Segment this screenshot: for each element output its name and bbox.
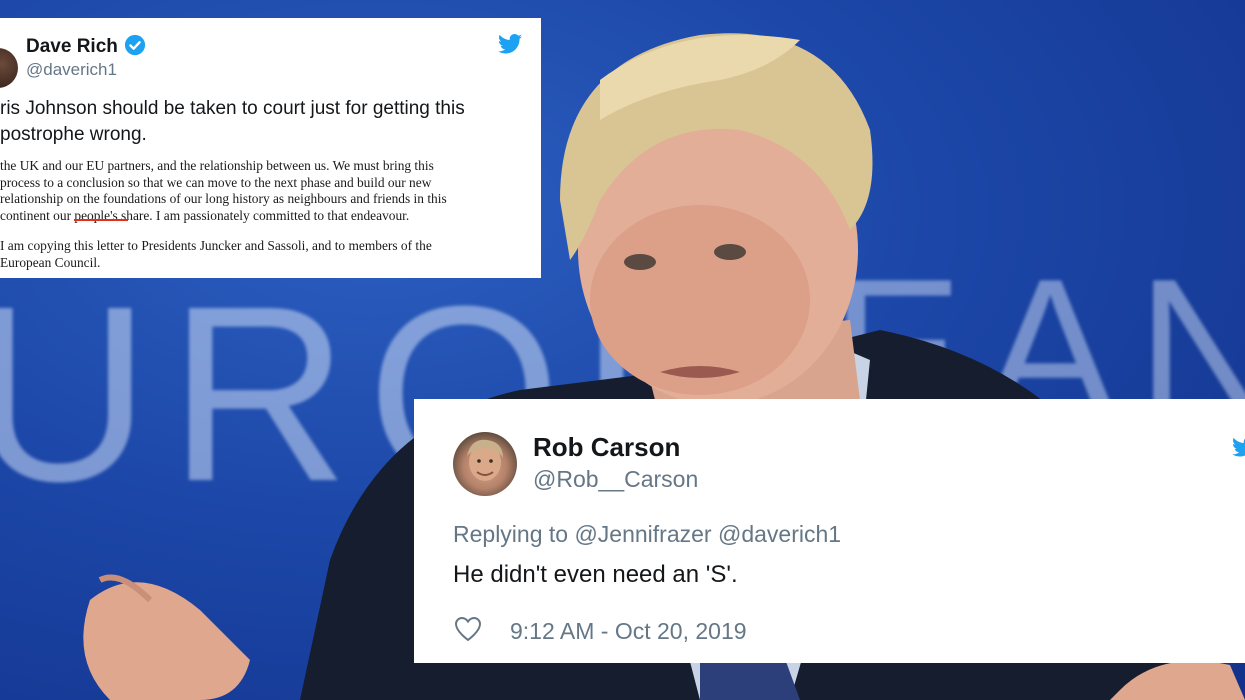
tweet-text: ris Johnson should be taken to court jus… bbox=[0, 98, 465, 145]
tweet-author-handle[interactable]: @daverich1 bbox=[26, 60, 117, 80]
tweet-author-name[interactable]: Rob Carson bbox=[533, 432, 680, 463]
twitter-bird-icon[interactable] bbox=[1232, 437, 1245, 457]
avatar[interactable] bbox=[453, 432, 517, 496]
tweet-text: He didn't even need an 'S'. bbox=[453, 561, 738, 588]
letter-paragraph: the UK and our EU partners, and the rela… bbox=[0, 158, 447, 223]
tweet-card-top[interactable]: Dave Rich @daverich1 ris Johnson should … bbox=[0, 18, 541, 278]
tweet-author-handle[interactable]: @Rob__Carson bbox=[533, 466, 698, 493]
highlight-underline bbox=[74, 219, 128, 221]
avatar-face-icon bbox=[467, 439, 503, 481]
verified-badge-icon bbox=[124, 34, 146, 56]
tweet-timestamp[interactable]: 9:12 AM - Oct 20, 2019 bbox=[510, 618, 747, 645]
avatar[interactable] bbox=[0, 48, 18, 88]
letter-paragraph: I am copying this letter to Presidents J… bbox=[0, 238, 432, 270]
twitter-bird-icon[interactable] bbox=[498, 34, 522, 54]
tweet-author-name[interactable]: Dave Rich bbox=[26, 36, 118, 58]
letter-excerpt-image: the UK and our EU partners, and the rela… bbox=[0, 158, 540, 271]
reply-to-line[interactable]: Replying to @Jennifrazer @daverich1 bbox=[453, 521, 841, 548]
tweet-card-bottom[interactable]: Rob Carson @Rob__Carson Replying to @Jen… bbox=[414, 399, 1245, 663]
heart-icon[interactable] bbox=[454, 616, 482, 642]
